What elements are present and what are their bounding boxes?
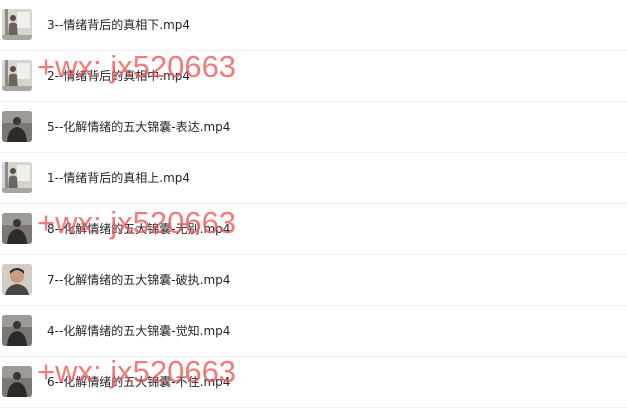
- file-name: 3--情绪背后的真相下.mp4: [47, 18, 191, 32]
- video-thumbnail: [2, 366, 32, 397]
- file-list: 3--情绪背后的真相下.mp4 2--情绪背后的真相中.mp4 5--化解情绪的…: [0, 0, 627, 408]
- file-row[interactable]: 8--化解情绪的五大锦囊-无别.mp4: [0, 204, 627, 255]
- video-thumbnail: [2, 111, 32, 142]
- file-name: 5--化解情绪的五大锦囊-表达.mp4: [47, 120, 231, 134]
- file-name: 7--化解情绪的五大锦囊-破执.mp4: [47, 273, 231, 287]
- video-thumbnail: [2, 60, 32, 91]
- file-name: 4--化解情绪的五大锦囊-觉知.mp4: [47, 324, 231, 338]
- video-thumbnail: [2, 213, 32, 244]
- video-thumbnail: [2, 315, 32, 346]
- file-row[interactable]: 4--化解情绪的五大锦囊-觉知.mp4: [0, 306, 627, 357]
- video-thumbnail: [2, 9, 32, 40]
- file-name: 2--情绪背后的真相中.mp4: [47, 69, 191, 83]
- file-row[interactable]: 6--化解情绪的五大锦囊-不住.mp4: [0, 357, 627, 408]
- file-row[interactable]: 3--情绪背后的真相下.mp4: [0, 0, 627, 51]
- file-row[interactable]: 7--化解情绪的五大锦囊-破执.mp4: [0, 255, 627, 306]
- file-name: 1--情绪背后的真相上.mp4: [47, 171, 191, 185]
- file-row[interactable]: 2--情绪背后的真相中.mp4: [0, 51, 627, 102]
- file-name: 8--化解情绪的五大锦囊-无别.mp4: [47, 222, 231, 236]
- video-thumbnail: [2, 162, 32, 193]
- video-thumbnail: [2, 264, 32, 295]
- file-row[interactable]: 1--情绪背后的真相上.mp4: [0, 153, 627, 204]
- file-row[interactable]: 5--化解情绪的五大锦囊-表达.mp4: [0, 102, 627, 153]
- file-name: 6--化解情绪的五大锦囊-不住.mp4: [47, 375, 231, 389]
